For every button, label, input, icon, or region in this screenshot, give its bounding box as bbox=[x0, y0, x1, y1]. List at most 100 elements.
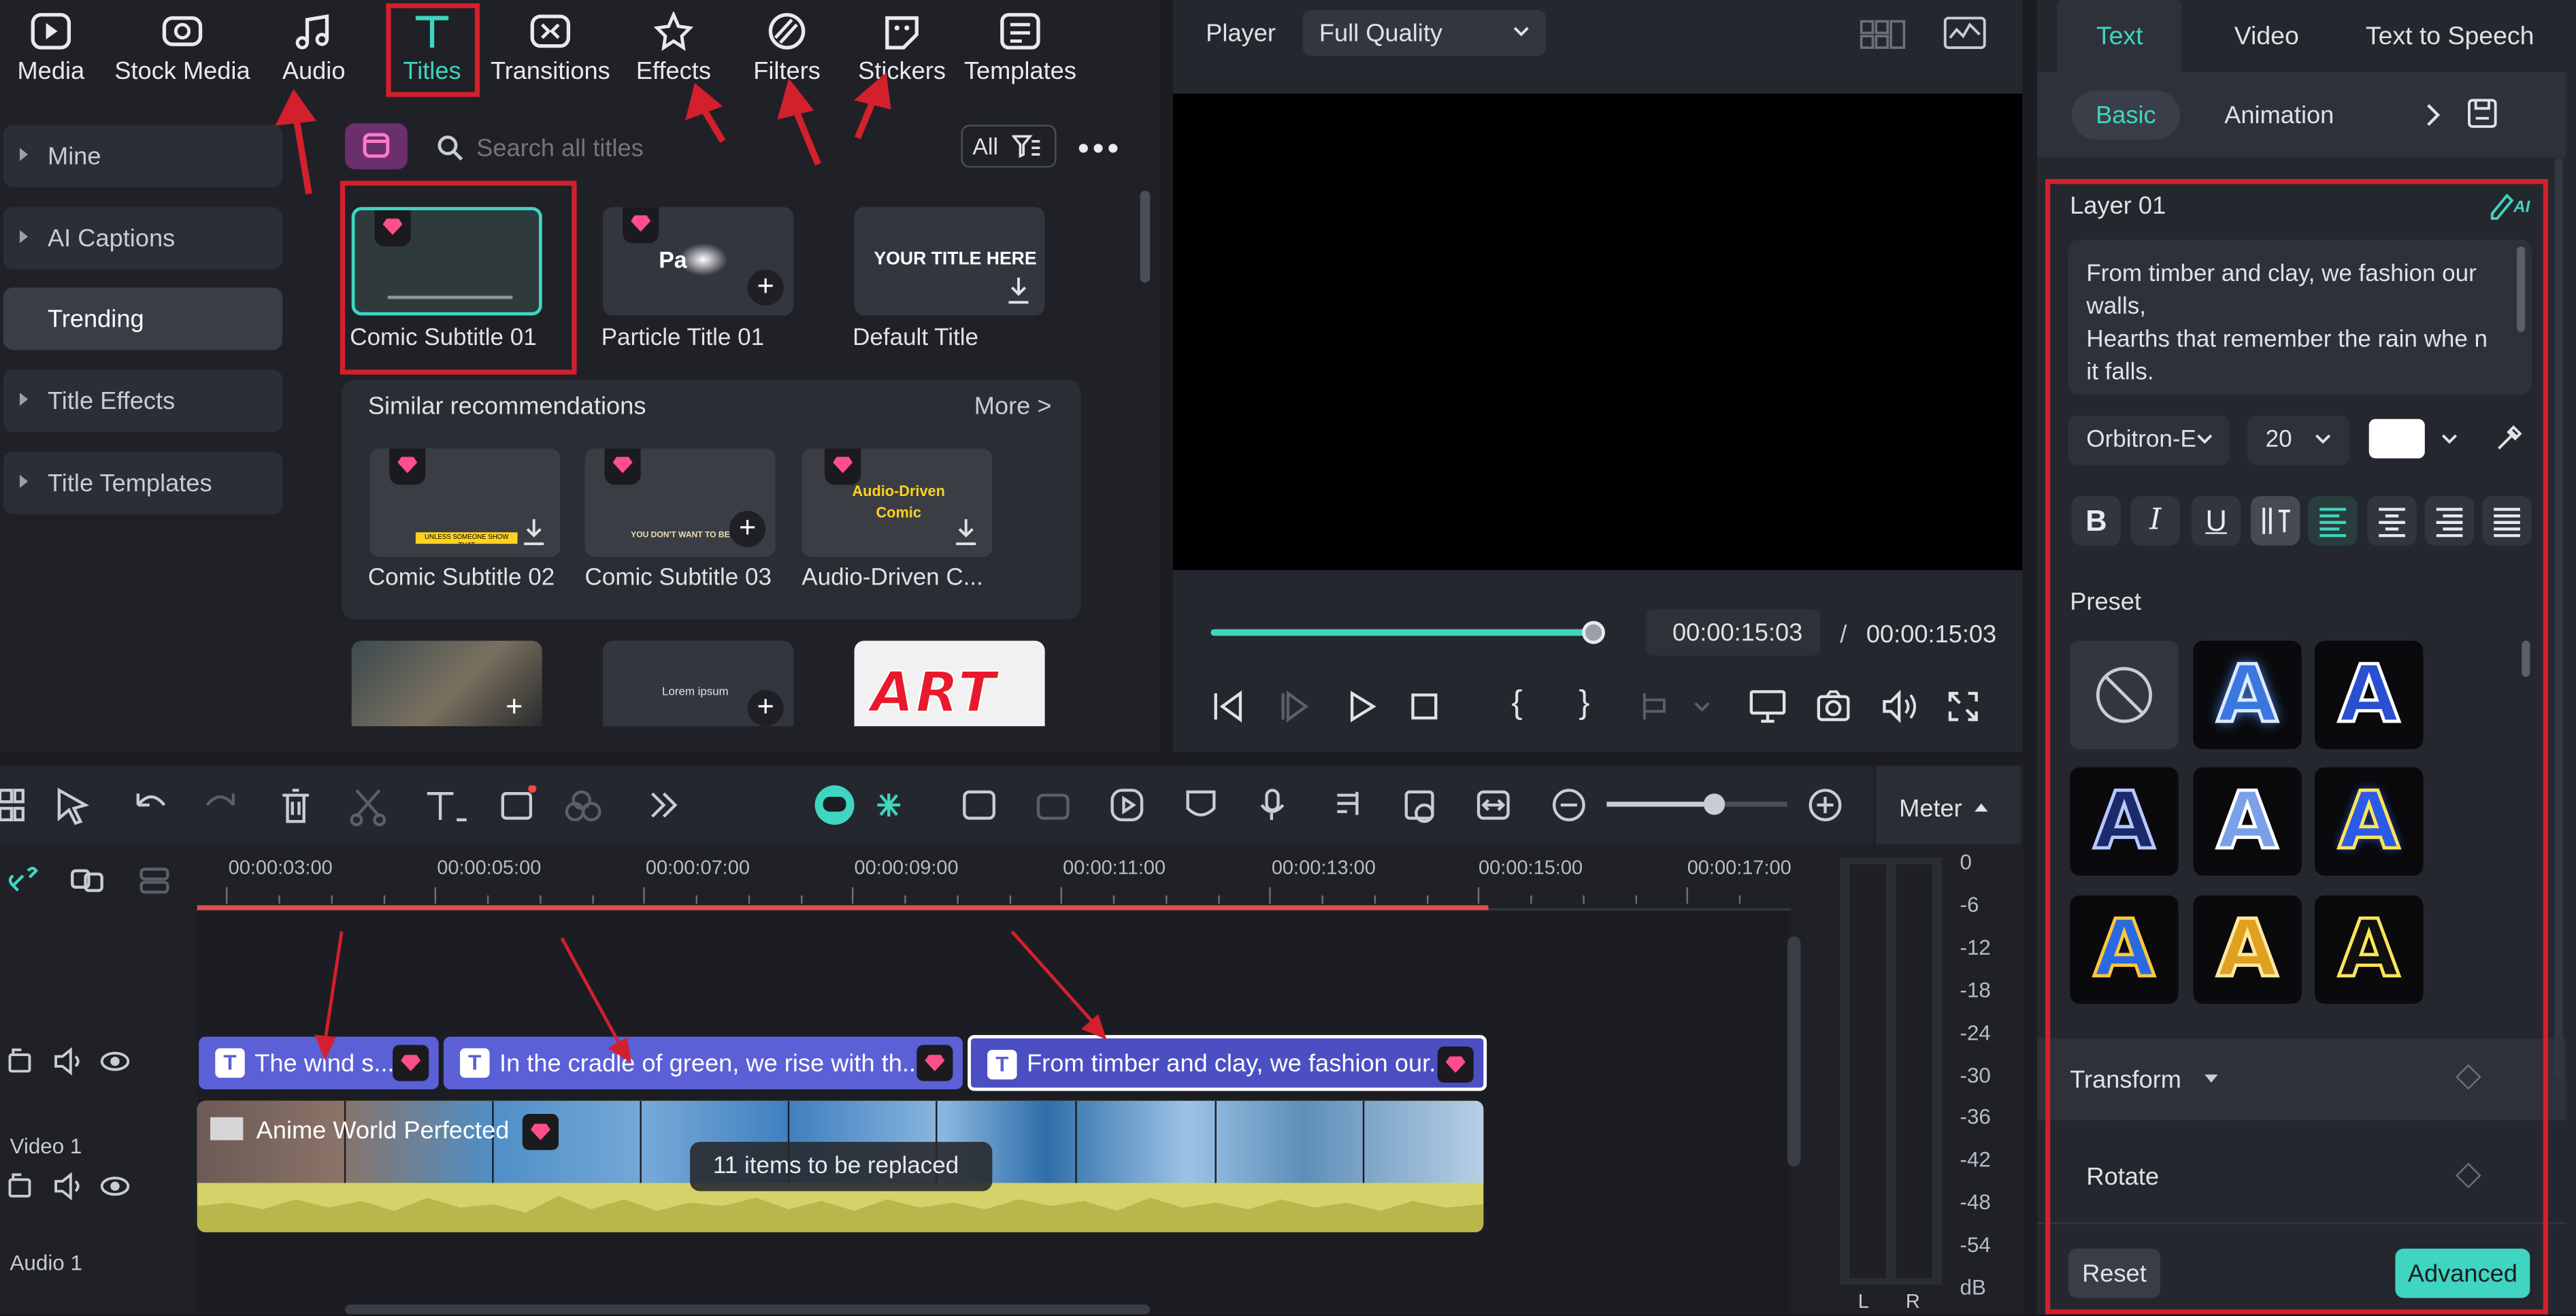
save-preset-icon[interactable] bbox=[2468, 99, 2497, 128]
video-track-controls bbox=[8, 1172, 130, 1201]
zoom-slider-fill bbox=[1606, 802, 1714, 807]
expand-triangle-icon bbox=[19, 393, 29, 406]
ruler-label: 00:00:13:00 bbox=[1271, 855, 1376, 879]
mark-in-icon[interactable]: { bbox=[1511, 685, 1522, 723]
chevron-right-icon[interactable] bbox=[2425, 102, 2441, 129]
more-options-icon[interactable]: ••• bbox=[1078, 131, 1122, 169]
add-icon[interactable]: + bbox=[747, 269, 784, 306]
meter-channel-left bbox=[1849, 864, 1886, 1279]
current-time-field[interactable]: 00:00:15:03 bbox=[1646, 609, 1821, 656]
title-card-lorem[interactable]: Lorem ipsum + bbox=[603, 640, 794, 727]
quality-dropdown[interactable]: Full Quality bbox=[1302, 10, 1547, 56]
zoom-slider-handle[interactable] bbox=[1703, 793, 1725, 815]
meter-label[interactable]: Meter bbox=[1899, 795, 1962, 823]
zoom-slider-track[interactable] bbox=[1606, 802, 1787, 807]
previous-frame-icon[interactable] bbox=[1210, 690, 1246, 723]
title-card-default-title[interactable]: YOUR TITLE HERE bbox=[854, 207, 1045, 316]
expand-triangle-icon bbox=[19, 230, 29, 244]
subtab-basic[interactable]: Basic bbox=[2071, 90, 2181, 140]
tab-text-to-speech[interactable]: Text to Speech bbox=[2366, 23, 2534, 52]
filter-label: All bbox=[972, 133, 998, 160]
mark-out-icon[interactable]: } bbox=[1579, 685, 1589, 723]
default-card-text: YOUR TITLE HERE bbox=[874, 250, 1037, 269]
playback-track[interactable] bbox=[1210, 629, 1596, 636]
title-card-audio-driven[interactable]: Audio-Driven Comic bbox=[802, 448, 993, 557]
download-icon[interactable] bbox=[1006, 276, 1032, 306]
search-input[interactable] bbox=[476, 128, 937, 168]
title-card-label: Audio-Driven C... bbox=[802, 565, 983, 592]
snapshot-camera-icon[interactable] bbox=[1815, 689, 1851, 725]
ai-mascot-icon[interactable] bbox=[814, 785, 855, 825]
card-caption-text: YOU DON'T WANT TO BE bbox=[631, 530, 730, 541]
play-icon[interactable] bbox=[1345, 690, 1378, 723]
playhead-handle[interactable] bbox=[1582, 621, 1605, 644]
title-card-comic-subtitle-02[interactable]: UNLESS SOMEONE SHOW THAT bbox=[369, 448, 561, 557]
audio-track-label: Audio 1 bbox=[10, 1250, 82, 1275]
subtab-animation[interactable]: Animation bbox=[2224, 102, 2334, 130]
similar-heading: Similar recommendations bbox=[367, 393, 646, 421]
sidebar-item-ai-captions[interactable]: AI Captions bbox=[3, 207, 283, 269]
store-icon bbox=[363, 133, 390, 158]
total-time: 00:00:15:03 bbox=[1866, 621, 1997, 649]
video-clip-title: Anime World Perfected bbox=[256, 1117, 510, 1145]
tab-text[interactable]: Text bbox=[2096, 23, 2143, 52]
sidebar-item-title-templates[interactable]: Title Templates bbox=[3, 451, 283, 514]
sidebar-item-label: Trending bbox=[48, 304, 144, 333]
card-caption-text: Audio-Driven Comic bbox=[852, 482, 945, 521]
sidebar-item-label: AI Captions bbox=[48, 224, 176, 252]
meter-scale-label: 0 bbox=[1960, 849, 1972, 874]
library-scrollbar[interactable] bbox=[1140, 191, 1151, 283]
premium-diamond-icon bbox=[389, 448, 426, 485]
meter-scale-label: -18 bbox=[1960, 977, 1991, 1002]
inspector-scrollbar[interactable] bbox=[2554, 157, 2563, 1078]
video-preview[interactable] bbox=[1172, 93, 2023, 570]
waveform-monitor-icon[interactable] bbox=[1943, 16, 1986, 49]
fullscreen-icon[interactable] bbox=[1947, 690, 1979, 723]
timeline-horizontal-scrollbar[interactable] bbox=[345, 1304, 1151, 1315]
audio-meter bbox=[1840, 857, 1942, 1285]
download-icon[interactable] bbox=[953, 518, 979, 547]
sidebar-item-mine[interactable]: Mine bbox=[3, 125, 283, 188]
add-icon[interactable]: + bbox=[747, 690, 784, 727]
sidebar-item-label: Title Templates bbox=[48, 469, 212, 497]
title-card-label: Comic Subtitle 03 bbox=[584, 565, 772, 592]
stop-icon[interactable] bbox=[1410, 692, 1439, 721]
quality-value: Full Quality bbox=[1319, 19, 1443, 48]
player-label: Player bbox=[1206, 19, 1276, 48]
download-icon[interactable] bbox=[521, 518, 547, 547]
particle-effect bbox=[678, 243, 728, 276]
tab-video[interactable]: Video bbox=[2234, 23, 2299, 52]
timeline-vertical-scrollbar[interactable] bbox=[1787, 936, 1801, 1167]
meter-channel-label: R bbox=[1905, 1289, 1920, 1313]
ruler-label: 00:00:17:00 bbox=[1687, 855, 1791, 879]
sidebar-item-title-effects[interactable]: Title Effects bbox=[3, 369, 283, 433]
ruler-label: 00:00:11:00 bbox=[1063, 855, 1166, 879]
meter-scale-label: -42 bbox=[1960, 1147, 1991, 1172]
sidebar-item-trending[interactable]: Trending bbox=[3, 287, 283, 350]
next-frame-icon[interactable] bbox=[1278, 690, 1314, 723]
add-icon[interactable]: + bbox=[729, 510, 766, 548]
playback-progress bbox=[1210, 629, 1596, 636]
premium-diamond-icon bbox=[623, 207, 659, 244]
title-card-comic-subtitle-03[interactable]: YOU DON'T WANT TO BE + bbox=[584, 448, 776, 557]
mascot-face bbox=[823, 797, 846, 812]
meter-scale-label: -30 bbox=[1960, 1063, 1991, 1088]
meter-channel-right bbox=[1896, 864, 1932, 1279]
meter-scale-label: -36 bbox=[1960, 1104, 1991, 1129]
title-card-particle-title-01[interactable]: Pa + bbox=[603, 207, 794, 316]
title-card-label: Particle Title 01 bbox=[601, 325, 765, 352]
meter-caret-icon[interactable] bbox=[1975, 803, 1988, 812]
volume-icon[interactable] bbox=[1879, 689, 1919, 725]
title-card-art[interactable]: ART bbox=[854, 640, 1045, 727]
filter-dropdown[interactable]: All bbox=[961, 125, 1057, 168]
store-button[interactable] bbox=[345, 123, 408, 169]
add-icon[interactable]: + bbox=[496, 690, 532, 726]
app-window: Media Stock Media Audio Titles Transitio… bbox=[0, 0, 2576, 1315]
insert-icon[interactable] bbox=[1640, 690, 1712, 723]
display-icon[interactable] bbox=[1748, 689, 1787, 725]
title-card-photo[interactable]: + bbox=[351, 640, 542, 727]
replace-badge[interactable]: 11 items to be replaced bbox=[690, 1142, 993, 1191]
layout-grid-icon[interactable] bbox=[1860, 18, 1906, 51]
meter-scale-label: dB bbox=[1960, 1274, 1986, 1300]
more-link[interactable]: More > bbox=[974, 393, 1052, 421]
